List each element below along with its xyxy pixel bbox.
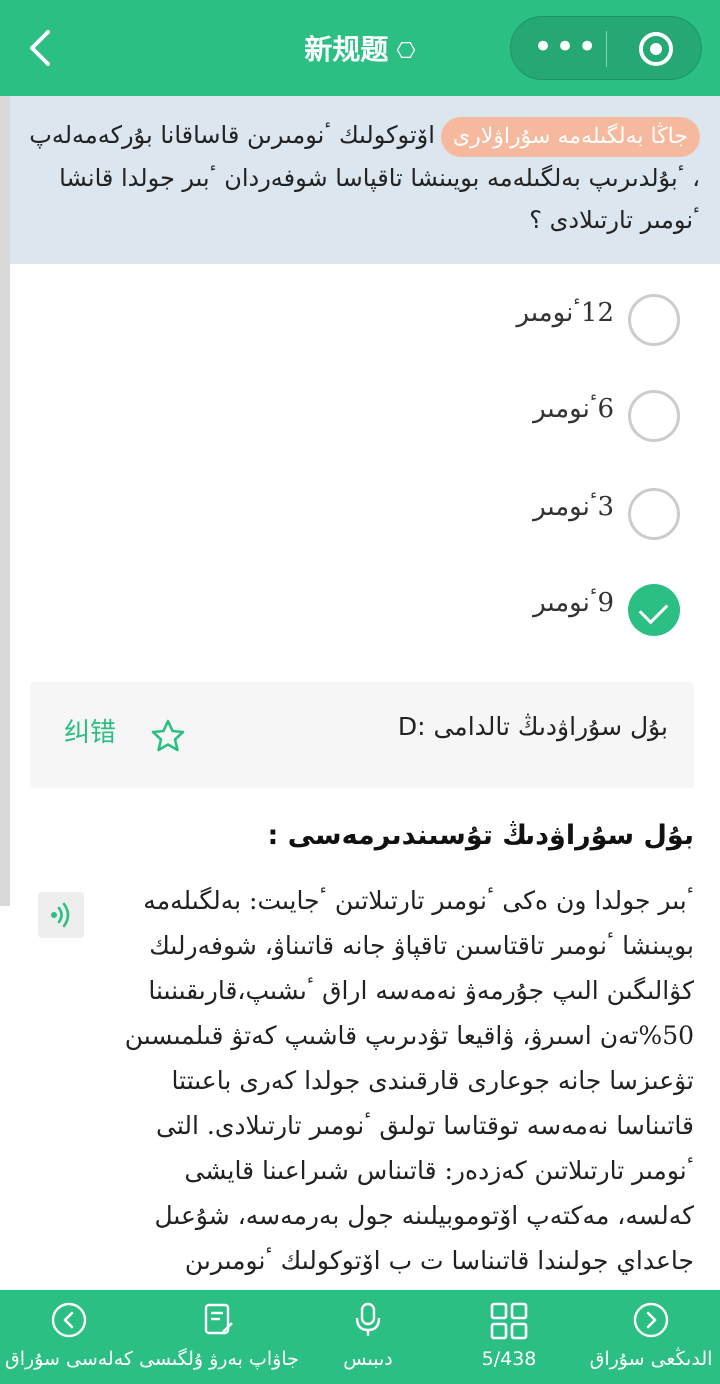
document-edit-icon: [201, 1302, 237, 1342]
correct-answer-text: بۇل سۇراۋدىڭ تالدامى :D: [397, 712, 668, 741]
grid-icon: [490, 1302, 528, 1344]
option-label: 3ٴنومىر: [533, 492, 614, 522]
nav-label: الدىڭعى سۇراق: [589, 1348, 713, 1370]
answer-mode-button[interactable]: جاۋاپ بەرۋ ۇلگىسى: [138, 1290, 300, 1384]
microphone-icon: [350, 1302, 386, 1342]
option-label: 6ٴنومىر: [533, 394, 614, 424]
radio-circle[interactable]: [628, 488, 680, 540]
option-label: 9ٴنومىر: [533, 588, 614, 618]
explanation-title: بۇل سۇراۋدىڭ تۇسىندىرمەسى :: [267, 820, 694, 851]
question-block: جاڭا بەلگىلەمە سۇراۋلارىاۆتوكولىك ٴنومىر…: [10, 96, 720, 264]
checkmark-icon[interactable]: [628, 584, 680, 636]
nav-label: كەلەسى سۇراق: [5, 1348, 133, 1370]
voice-button[interactable]: دىبىس: [300, 1290, 436, 1384]
audio-wave-icon[interactable]: [38, 892, 84, 938]
question-list-button[interactable]: 5/438: [436, 1290, 582, 1384]
explanation-text: ٴبىر جولدا ون ەكى ٴنومىر تارتىلاتىن ٴجاي…: [124, 886, 694, 1275]
answer-box: 纠错 بۇل سۇراۋدىڭ تالدامى :D: [30, 682, 694, 788]
nav-label: جاۋاپ بەرۋ ۇلگىسى: [139, 1348, 299, 1370]
correction-link[interactable]: 纠错: [64, 712, 116, 749]
question-type-badge: جاڭا بەلگىلەمە سۇراۋلارى: [440, 117, 700, 157]
option-c[interactable]: 3ٴنومىر: [0, 474, 720, 554]
option-a[interactable]: 12ٴنومىر: [0, 280, 720, 360]
top-bar: 新规题 ⎔ •••: [0, 0, 720, 96]
hexagon-gear-icon: ⎔: [396, 38, 416, 64]
page-title-text: 新规题: [304, 33, 389, 66]
option-d[interactable]: 9ٴنومىر: [0, 570, 720, 650]
option-b[interactable]: 6ٴنومىر: [0, 376, 720, 456]
chevron-left-circle-icon: [51, 1302, 87, 1342]
radio-circle[interactable]: [628, 390, 680, 442]
previous-question-button[interactable]: الدىڭعى سۇراق: [582, 1290, 720, 1384]
star-outline-icon[interactable]: [150, 718, 186, 754]
target-icon[interactable]: [639, 32, 673, 66]
question-counter: 5/438: [481, 1348, 537, 1370]
radio-circle[interactable]: [628, 294, 680, 346]
mini-program-capsule: •••: [510, 16, 702, 80]
bottom-nav: كەلەسى سۇراق جاۋاپ بەرۋ ۇلگىسى دىبىس 5/4…: [0, 1290, 720, 1384]
more-dots-icon[interactable]: •••: [533, 27, 597, 71]
chevron-right-circle-icon: [633, 1302, 669, 1342]
option-label: 12ٴنومىر: [516, 298, 614, 328]
question-text: جاڭا بەلگىلەمە سۇراۋلارىاۆتوكولىك ٴنومىر…: [22, 114, 700, 241]
next-question-button[interactable]: كەلەسى سۇراق: [0, 1290, 138, 1384]
capsule-divider: [606, 31, 607, 67]
nav-label: دىبىس: [343, 1348, 393, 1370]
